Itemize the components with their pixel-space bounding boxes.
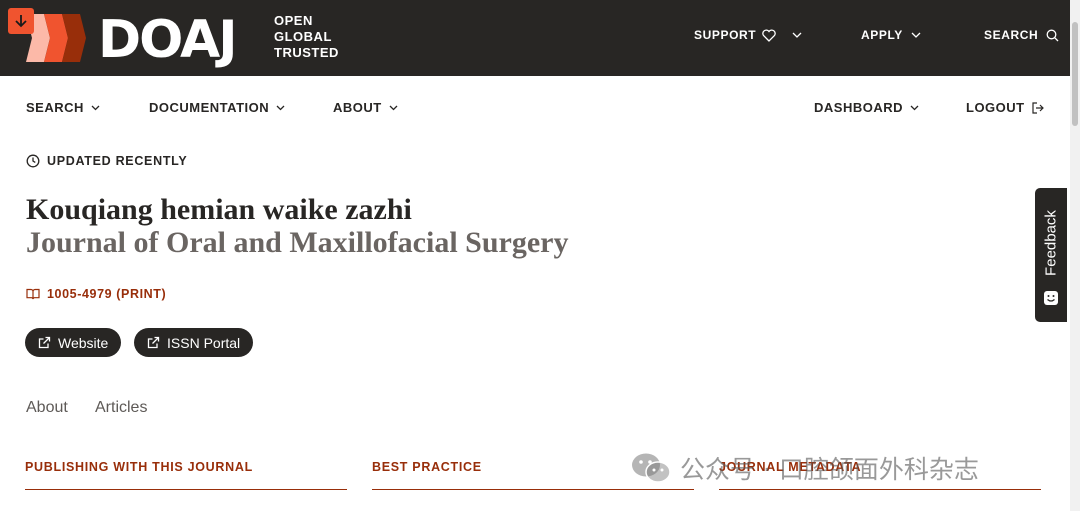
logo-tagline: OPEN GLOBAL TRUSTED [274, 13, 339, 60]
search-icon [1046, 29, 1059, 41]
feedback-tab[interactable]: Feedback [1035, 188, 1067, 322]
subnav-dashboard[interactable]: DASHBOARD [814, 100, 919, 115]
chevron-down-icon [910, 105, 919, 110]
website-button[interactable]: Website [25, 328, 122, 357]
nav-apply[interactable]: APPLY [861, 28, 921, 42]
chevron-down-icon [91, 105, 100, 110]
subnav-search[interactable]: SEARCH [26, 100, 100, 115]
journal-title: Kouqiang hemian waike zazhi [26, 193, 412, 226]
feedback-label: Feedback [1042, 210, 1060, 276]
chevron-down-icon [276, 105, 285, 110]
download-button[interactable] [8, 8, 34, 34]
subnav-logout[interactable]: LOGOUT [966, 100, 1044, 115]
issn-portal-button[interactable]: ISSN Portal [134, 328, 254, 357]
tab-articles[interactable]: Articles [95, 399, 147, 417]
chevron-down-icon [911, 32, 921, 38]
clock-icon [26, 154, 40, 168]
external-link-icon [38, 336, 51, 349]
scrollbar-thumb[interactable] [1072, 22, 1078, 126]
subnav-about[interactable]: ABOUT [333, 100, 398, 115]
wechat-icon [632, 453, 671, 483]
arrow-down-icon [15, 15, 27, 28]
top-header: DOAJ OPEN GLOBAL TRUSTED SUPPORT APPLY S… [0, 0, 1070, 76]
external-link-icon [147, 336, 160, 349]
chevron-down-icon [792, 32, 802, 38]
smiley-icon [1044, 291, 1058, 305]
section-publishing-with-this-journal: PUBLISHING WITH THIS JOURNAL [25, 460, 347, 490]
nav-support[interactable]: SUPPORT [694, 28, 802, 42]
wechat-watermark: 公众号 · 口腔颌面外科杂志 [630, 450, 979, 486]
logo-wordmark: DOAJ [98, 10, 238, 70]
book-icon [26, 288, 40, 300]
issn-print: 1005-4979 (PRINT) [26, 287, 166, 301]
subnav-documentation[interactable]: DOCUMENTATION [149, 100, 285, 115]
chevron-down-icon [389, 105, 398, 110]
logout-icon [1032, 101, 1044, 114]
scrollbar[interactable] [1070, 0, 1080, 511]
tab-about[interactable]: About [26, 399, 68, 417]
heart-icon [762, 28, 776, 42]
nav-search[interactable]: SEARCH [984, 28, 1059, 42]
journal-alternative-title: Journal of Oral and Maxillofacial Surger… [26, 226, 569, 259]
status-updated-recently: UPDATED RECENTLY [26, 154, 187, 168]
